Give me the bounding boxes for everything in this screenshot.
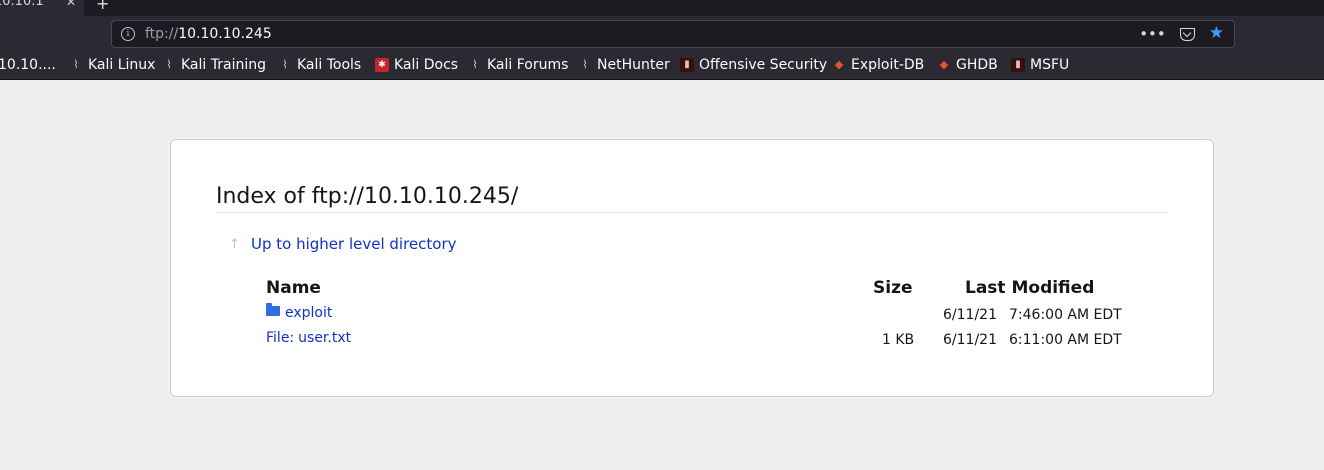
entry-date: 6/11/21 [943,332,997,348]
column-header-last-modified[interactable]: Last Modified [965,278,1094,298]
kali-dragon-icon: ⌇ [166,58,172,71]
new-tab-icon[interactable]: + [96,0,109,13]
bookmark-label: NetHunter [597,57,670,73]
file-type-label: File: [266,330,295,346]
bookmark-label: 10.10.... [0,57,56,73]
kali-dragon-icon: ⌇ [73,58,79,71]
tab-current[interactable]: 10.10.1 ✕ [0,0,84,16]
bookmark-star-icon[interactable]: ★ [1209,23,1224,43]
column-header-size[interactable]: Size [873,278,913,298]
directory-listing-panel: Index of ftp://10.10.10.245/ ↑ Up to hig… [170,139,1214,397]
entry-link[interactable]: exploit [285,305,332,321]
bookmark-msfu[interactable]: ▮ MSFU [1011,57,1069,73]
url-actions: ••• ★ [1139,23,1224,43]
bookmark-label: GHDB [956,57,998,73]
entry-time: 6:11:00 AM EDT [1009,332,1122,348]
bookmark-kali-training[interactable]: ⌇ Kali Training [162,57,266,73]
up-arrow-icon: ↑ [229,236,240,252]
up-directory-link[interactable]: Up to higher level directory [251,235,457,253]
folder-icon [266,303,280,316]
exploit-db-icon: ◆ [834,58,844,71]
bookmark-label: Offensive Security [699,57,828,73]
pocket-icon[interactable] [1179,28,1195,41]
nav-bar: i ftp://10.10.10.245 ••• ★ [0,16,1324,52]
offsec-icon: ▮ [1011,58,1025,72]
bookmark-label: Kali Training [181,57,266,73]
bookmark-nethunter[interactable]: ⌇ NetHunter [578,57,670,73]
column-header-name[interactable]: Name [266,278,321,298]
bookmarks-toolbar: 10.10.... ⌇ Kali Linux ⌇ Kali Training ⌇ Ka… [0,52,1324,80]
bookmark-kali-linux[interactable]: ⌇ Kali Linux [69,57,155,73]
bookmark-label: Kali Docs [394,57,459,73]
entry-size: 1 KB [882,332,915,348]
bookmark-label: Kali Forums [487,57,569,73]
bookmark-kali-tools[interactable]: ⌇ Kali Tools [278,57,361,73]
more-actions-icon[interactable]: ••• [1139,25,1166,43]
exploit-db-icon: ◆ [939,58,949,71]
bookmark-kali-forums[interactable]: ⌇ Kali Forums [468,57,568,73]
table-row: File: user.txt [266,330,351,346]
site-info-icon[interactable]: i [121,27,135,41]
page-title: Index of ftp://10.10.10.245/ [216,184,1168,213]
bookmark-label: Kali Linux [88,57,156,73]
entry-date: 6/11/21 [943,307,997,323]
bookmark-offensive-security[interactable]: ▮ Offensive Security [680,57,827,73]
table-row: exploit [266,303,332,321]
kali-dragon-icon: ⌇ [472,58,478,71]
url-bar[interactable]: i ftp://10.10.10.245 ••• ★ [111,20,1235,48]
kali-docs-icon: ✱ [375,58,389,72]
bookmark-label: Kali Tools [297,57,362,73]
bookmark-label: MSFU [1030,57,1070,73]
url-text[interactable]: ftp://10.10.10.245 [145,26,272,42]
bookmark-kali-docs[interactable]: ✱ Kali Docs [375,57,458,73]
url-scheme: ftp:// [145,26,179,42]
up-directory: ↑ Up to higher level directory [229,235,457,253]
kali-dragon-icon: ⌇ [282,58,288,71]
entry-link[interactable]: user.txt [298,330,351,346]
bookmark-10-10[interactable]: 10.10.... [0,57,56,73]
bookmark-exploit-db[interactable]: ◆ Exploit-DB [832,57,925,73]
bookmark-label: Exploit-DB [851,57,925,73]
kali-dragon-icon: ⌇ [582,58,588,71]
close-tab-icon[interactable]: ✕ [66,0,76,10]
bookmark-ghdb[interactable]: ◆ GHDB [937,57,998,73]
offsec-icon: ▮ [680,58,694,72]
tab-title: 10.10.1 [0,0,44,9]
tab-strip: 10.10.1 ✕ + [0,0,1324,16]
url-host: 10.10.10.245 [178,26,272,42]
entry-time: 7:46:00 AM EDT [1009,307,1122,323]
